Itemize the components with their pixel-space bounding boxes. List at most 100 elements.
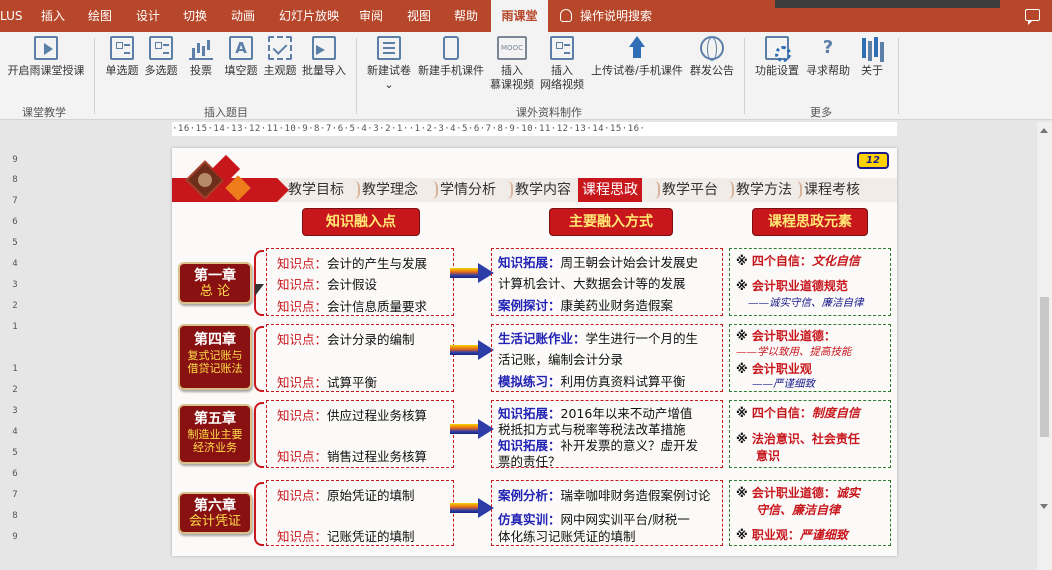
chapter-subtitle: 总 论 — [199, 284, 231, 299]
slide-nav-label: 教学平台 — [662, 182, 718, 198]
ruler-tick: 4 — [12, 427, 18, 437]
method-box: 案例分析：瑞幸咖啡财务造假案例讨论 仿真实训：网中网实训平台/财税一 体化练习记… — [491, 480, 723, 546]
knowledge-item: 知识点：销售过程业务核算 — [277, 449, 428, 464]
upload-button[interactable]: 上传试卷/手机课件 — [588, 36, 686, 78]
group-separator — [94, 38, 95, 114]
slide-nav-item-active[interactable]: 课程思政 — [578, 178, 642, 202]
vote-label: 投票 — [190, 64, 212, 77]
tab-animation[interactable]: 动画 — [231, 0, 255, 32]
new-paper-button[interactable]: 新建试卷 ⌄ — [364, 36, 414, 92]
knowledge-item: 知识点：试算平衡 — [277, 375, 378, 390]
method-item: 活记账，编制会计分录 — [498, 352, 624, 367]
settings-button[interactable]: 功能设置 — [752, 36, 802, 78]
brace-connector — [254, 326, 264, 392]
vertical-scrollbar[interactable] — [1037, 122, 1052, 570]
tab-transition[interactable]: 切换 — [183, 0, 207, 32]
knowledge-box: 知识点：会计的产生与发展 知识点：会计假设 知识点：会计信息质量要求 — [266, 248, 454, 316]
elements-box: ※ 四个自信：文化自信 ※ 会计职业道德规范 ——诚实守信、廉洁自律 — [729, 248, 891, 316]
method-box: 生活记账作业：学生进行一个月的生 活记账，编制会计分录 模拟练习：利用仿真资料试… — [491, 324, 723, 392]
fill-blank-button[interactable]: A 填空题 — [222, 36, 260, 78]
insert-mooc-label-2: 慕课视频 — [490, 78, 534, 91]
insert-mooc-button[interactable]: MOOC 插入 慕课视频 — [488, 36, 536, 92]
slide-nav-item[interactable]: 课程考核 — [800, 178, 860, 202]
batch-import-button[interactable]: 批量导入 — [300, 36, 348, 78]
tell-me-search[interactable]: 操作说明搜索 — [560, 0, 652, 32]
element-item: ——诚实守信、廉洁自律 — [748, 297, 864, 309]
scroll-down-arrow-icon[interactable] — [1040, 504, 1048, 509]
slide-canvas[interactable]: 12 教学目标 教学理念 学情分析 教学内容 课程思政 教学平台 教学方法 课程… — [172, 148, 897, 556]
tab-view[interactable]: 视图 — [407, 0, 431, 32]
new-mobile-button[interactable]: 新建手机课件 — [414, 36, 488, 78]
import-icon — [312, 36, 336, 60]
scroll-thumb[interactable] — [1040, 297, 1049, 437]
method-box: 知识拓展：2016年以来不动产增值 税抵扣方式与税率等税法改革措施 知识拓展：补… — [491, 400, 723, 469]
upload-label: 上传试卷/手机课件 — [591, 64, 683, 77]
chapter-box: 第一章 总 论 — [178, 262, 252, 304]
insert-web-label-1: 插入 — [551, 64, 573, 77]
tab-insert[interactable]: 插入 — [41, 0, 65, 32]
chapter-box: 第四章 复式记账与借贷记账法 — [178, 324, 252, 390]
element-item: ——严谨细致 — [752, 378, 815, 390]
method-item: 生活记账作业：学生进行一个月的生 — [498, 331, 699, 346]
group-label-insert: 插入题目 — [204, 106, 248, 119]
slide-nav-item[interactable]: 教学目标 — [288, 178, 344, 202]
seek-help-label: 寻求帮助 — [806, 64, 850, 77]
ruler-tick: 4 — [12, 259, 18, 269]
tab-plus[interactable]: LUS — [0, 0, 23, 32]
element-item: ※ 职业观：严谨细致 — [736, 528, 848, 542]
group-separator — [898, 38, 899, 114]
tab-draw[interactable]: 绘图 — [88, 0, 112, 32]
start-class-button[interactable]: 开启雨课堂授课 — [4, 36, 88, 78]
tab-design[interactable]: 设计 — [136, 0, 160, 32]
group-notice-button[interactable]: 群发公告 — [688, 36, 736, 78]
element-item: 意识 — [756, 449, 781, 463]
knowledge-item: 知识点：原始凭证的填制 — [277, 488, 415, 503]
dropdown-chevron-icon[interactable]: ⌄ — [364, 78, 414, 92]
ruler-tick: 1 — [12, 322, 18, 332]
settings-label: 功能设置 — [755, 64, 799, 77]
scroll-up-arrow-icon[interactable] — [1040, 128, 1048, 133]
about-button[interactable]: 关于 — [856, 36, 888, 78]
element-item: ※ 会计职业道德： — [736, 329, 836, 343]
ruler-tick: 2 — [12, 385, 18, 395]
method-item: 模拟练习：利用仿真资料试算平衡 — [498, 374, 686, 389]
insert-web-video-button[interactable]: 插入 网络视频 — [538, 36, 586, 92]
vote-button[interactable]: 投票 — [186, 36, 216, 78]
seek-help-button[interactable]: ? 寻求帮助 — [804, 36, 852, 78]
ribbon-rainclass: 开启雨课堂授课 课堂教学 单选题 多选题 投票 A 填空题 主观题 批量导入 插… — [0, 32, 1052, 120]
knowledge-box: 知识点：会计分录的编制 知识点：试算平衡 — [266, 324, 454, 392]
single-choice-button[interactable]: 单选题 — [104, 36, 140, 78]
web-video-icon — [550, 36, 574, 60]
slide-nav-label: 教学目标 — [288, 182, 344, 198]
play-screen-icon — [34, 36, 58, 60]
insert-mooc-label-1: 插入 — [501, 64, 523, 77]
gradient-arrow-icon — [450, 498, 494, 518]
slide-nav-item[interactable]: 教学方法 — [732, 178, 792, 202]
tab-review[interactable]: 审阅 — [359, 0, 383, 32]
question-mark-icon: ? — [822, 37, 834, 58]
subjective-button[interactable]: 主观题 — [262, 36, 298, 78]
ribbon-tab-bar: LUS 插入 绘图 设计 切换 动画 幻灯片放映 审阅 视图 帮助 雨课堂 操作… — [0, 0, 1052, 32]
comments-icon[interactable] — [1025, 9, 1040, 25]
method-item: 体化练习记账凭证的填制 — [498, 529, 636, 544]
tab-help[interactable]: 帮助 — [454, 0, 478, 32]
horizontal-ruler[interactable]: ·16·15·14·13·12·11·10·9·8·7·6·5·4·3·2·1·… — [172, 122, 897, 136]
slide-nav-item[interactable]: 学情分析 — [436, 178, 496, 202]
gradient-arrow-icon — [450, 419, 494, 439]
tab-rainclass[interactable]: 雨课堂 — [491, 0, 548, 32]
chapter-subtitle: 制造业主要经济业务 — [187, 428, 243, 454]
chapter-box: 第六章 会计凭证 — [178, 492, 252, 534]
element-item: ※ 法治意识、社会责任 — [736, 432, 860, 446]
slide-nav-item[interactable]: 教学平台 — [658, 178, 718, 202]
tab-slideshow[interactable]: 幻灯片放映 — [279, 0, 339, 32]
multi-choice-button[interactable]: 多选题 — [143, 36, 179, 78]
slide-nav-item[interactable]: 教学内容 — [511, 178, 571, 202]
method-item: 计算机会计、大数据会计等的发展 — [498, 276, 686, 291]
vertical-ruler[interactable]: 9 8 7 6 5 4 3 2 1 1 2 3 4 5 6 7 8 9 — [6, 150, 24, 555]
ruler-tick: 9 — [12, 155, 18, 165]
slide-nav-item[interactable]: 教学理念 — [358, 178, 418, 202]
knowledge-item: 知识点：供应过程业务核算 — [277, 408, 428, 423]
about-label: 关于 — [861, 64, 883, 77]
chapter-subtitle: 复式记账与借贷记账法 — [187, 349, 243, 375]
knowledge-item: 知识点：会计分录的编制 — [277, 332, 415, 347]
